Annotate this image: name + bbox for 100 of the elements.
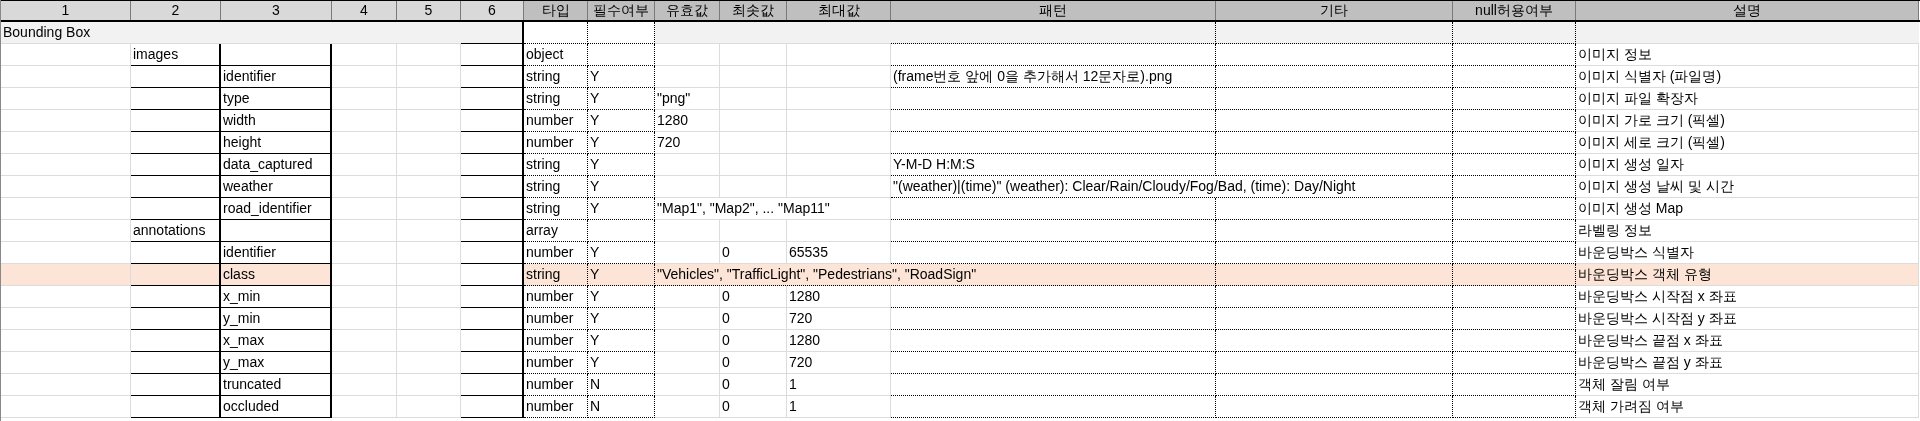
table-cell: number [524, 352, 588, 374]
table-cell [461, 66, 524, 88]
table-cell: data_captured [221, 154, 332, 176]
table-cell [655, 176, 720, 198]
table-cell: number [524, 330, 588, 352]
table-cell [461, 264, 524, 286]
table-cell: string [524, 198, 588, 220]
table-cell: occluded [221, 396, 332, 418]
column-header: 설명 [1576, 1, 1919, 20]
table-cell [588, 44, 655, 66]
table-cell: weather [221, 176, 332, 198]
table-cell: 1280 [787, 286, 891, 308]
table-cell [397, 264, 461, 286]
table-cell [332, 330, 397, 352]
table-cell [397, 352, 461, 374]
table-cell [332, 132, 397, 154]
table-cell: Y [588, 352, 655, 374]
table-cell: number [524, 396, 588, 418]
table-cell: 0 [720, 286, 787, 308]
table-cell [720, 88, 787, 110]
table-cell [588, 220, 655, 242]
table-cell [332, 198, 397, 220]
table-cell: identifier [221, 242, 332, 264]
table-cell: Y [588, 198, 655, 220]
table-cell [461, 44, 524, 66]
table-cell [461, 198, 524, 220]
table-cell [720, 220, 787, 242]
table-cell: 이미지 생성 일자 [1576, 154, 1919, 176]
table-cell [720, 154, 787, 176]
table-cell: Y [588, 308, 655, 330]
table-cell: x_min [221, 286, 332, 308]
table-cell: 바운딩박스 시작점 y 좌표 [1576, 308, 1919, 330]
table-cell: y_min [221, 308, 332, 330]
table-cell: object [524, 44, 588, 66]
table-cell: 바운딩박스 시작점 x 좌표 [1576, 286, 1919, 308]
table-cell [332, 308, 397, 330]
table-cell [397, 308, 461, 330]
table-cell [655, 154, 720, 176]
table-cell: 0 [720, 374, 787, 396]
table-cell: Y [588, 286, 655, 308]
table-cell: 0 [720, 352, 787, 374]
column-header: 2 [131, 1, 221, 20]
table-cell: N [588, 396, 655, 418]
column-header: 3 [221, 1, 332, 20]
table-cell: images [131, 44, 221, 66]
table-cell: string [524, 264, 588, 286]
table-cell [461, 330, 524, 352]
table-cell [332, 154, 397, 176]
table-cell: "(weather)|(time)" (weather): Clear/Rain/Cloudy/Fog/Bad, (time): Day/Night [891, 176, 1453, 198]
table-cell: Y-M-D H:M:S [891, 154, 1216, 176]
table-cell [655, 286, 720, 308]
table-cell: number [524, 308, 588, 330]
column-header: 타입 [524, 1, 588, 20]
table-cell [397, 88, 461, 110]
table-cell [461, 352, 524, 374]
table-cell: Y [588, 66, 655, 88]
table-cell: 라벨링 정보 [1576, 220, 1919, 242]
table-cell [332, 110, 397, 132]
table-cell: 0 [720, 242, 787, 264]
table-cell: 0 [720, 396, 787, 418]
table-cell: class [221, 264, 332, 286]
table-cell [332, 396, 397, 418]
table-cell: "png" [655, 88, 720, 110]
table-cell: number [524, 242, 588, 264]
table-cell: 1 [787, 396, 891, 418]
table-cell: Y [588, 264, 655, 286]
table-cell: 0 [720, 330, 787, 352]
table-cell [720, 132, 787, 154]
table-cell: number [524, 132, 588, 154]
table-cell [397, 176, 461, 198]
table-cell: Y [588, 176, 655, 198]
table-cell: Bounding Box [1, 22, 131, 44]
column-header: 유효값 [655, 1, 720, 20]
column-header: 최대값 [787, 1, 891, 20]
table-cell: "Vehicles", "TrafficLight", "Pedestrians", "RoadSign" [655, 264, 1216, 286]
table-cell: height [221, 132, 332, 154]
table-cell [397, 198, 461, 220]
table-cell [332, 242, 397, 264]
column-header: 1 [1, 1, 131, 20]
table-cell: array [524, 220, 588, 242]
table-cell [655, 396, 720, 418]
table-cell [655, 330, 720, 352]
table-cell: N [588, 374, 655, 396]
table-cell: 이미지 생성 날씨 및 시간 [1576, 176, 1919, 198]
table-cell: 객체 가려짐 여부 [1576, 396, 1919, 418]
table-cell [461, 176, 524, 198]
table-cell [332, 286, 397, 308]
table-cell [655, 352, 720, 374]
table-cell: 이미지 세로 크기 (픽셀) [1576, 132, 1919, 154]
table-cell [461, 286, 524, 308]
table-cell [332, 66, 397, 88]
table-cell [332, 264, 397, 286]
table-cell: (frame번호 앞에 0을 추가해서 12문자로).png [891, 66, 1216, 88]
table-cell [397, 286, 461, 308]
table-cell [397, 330, 461, 352]
table-cell: Y [588, 154, 655, 176]
table-cell [332, 44, 397, 66]
table-cell: 객체 잘림 여부 [1576, 374, 1919, 396]
table-cell [461, 154, 524, 176]
table-cell: 65535 [787, 242, 891, 264]
